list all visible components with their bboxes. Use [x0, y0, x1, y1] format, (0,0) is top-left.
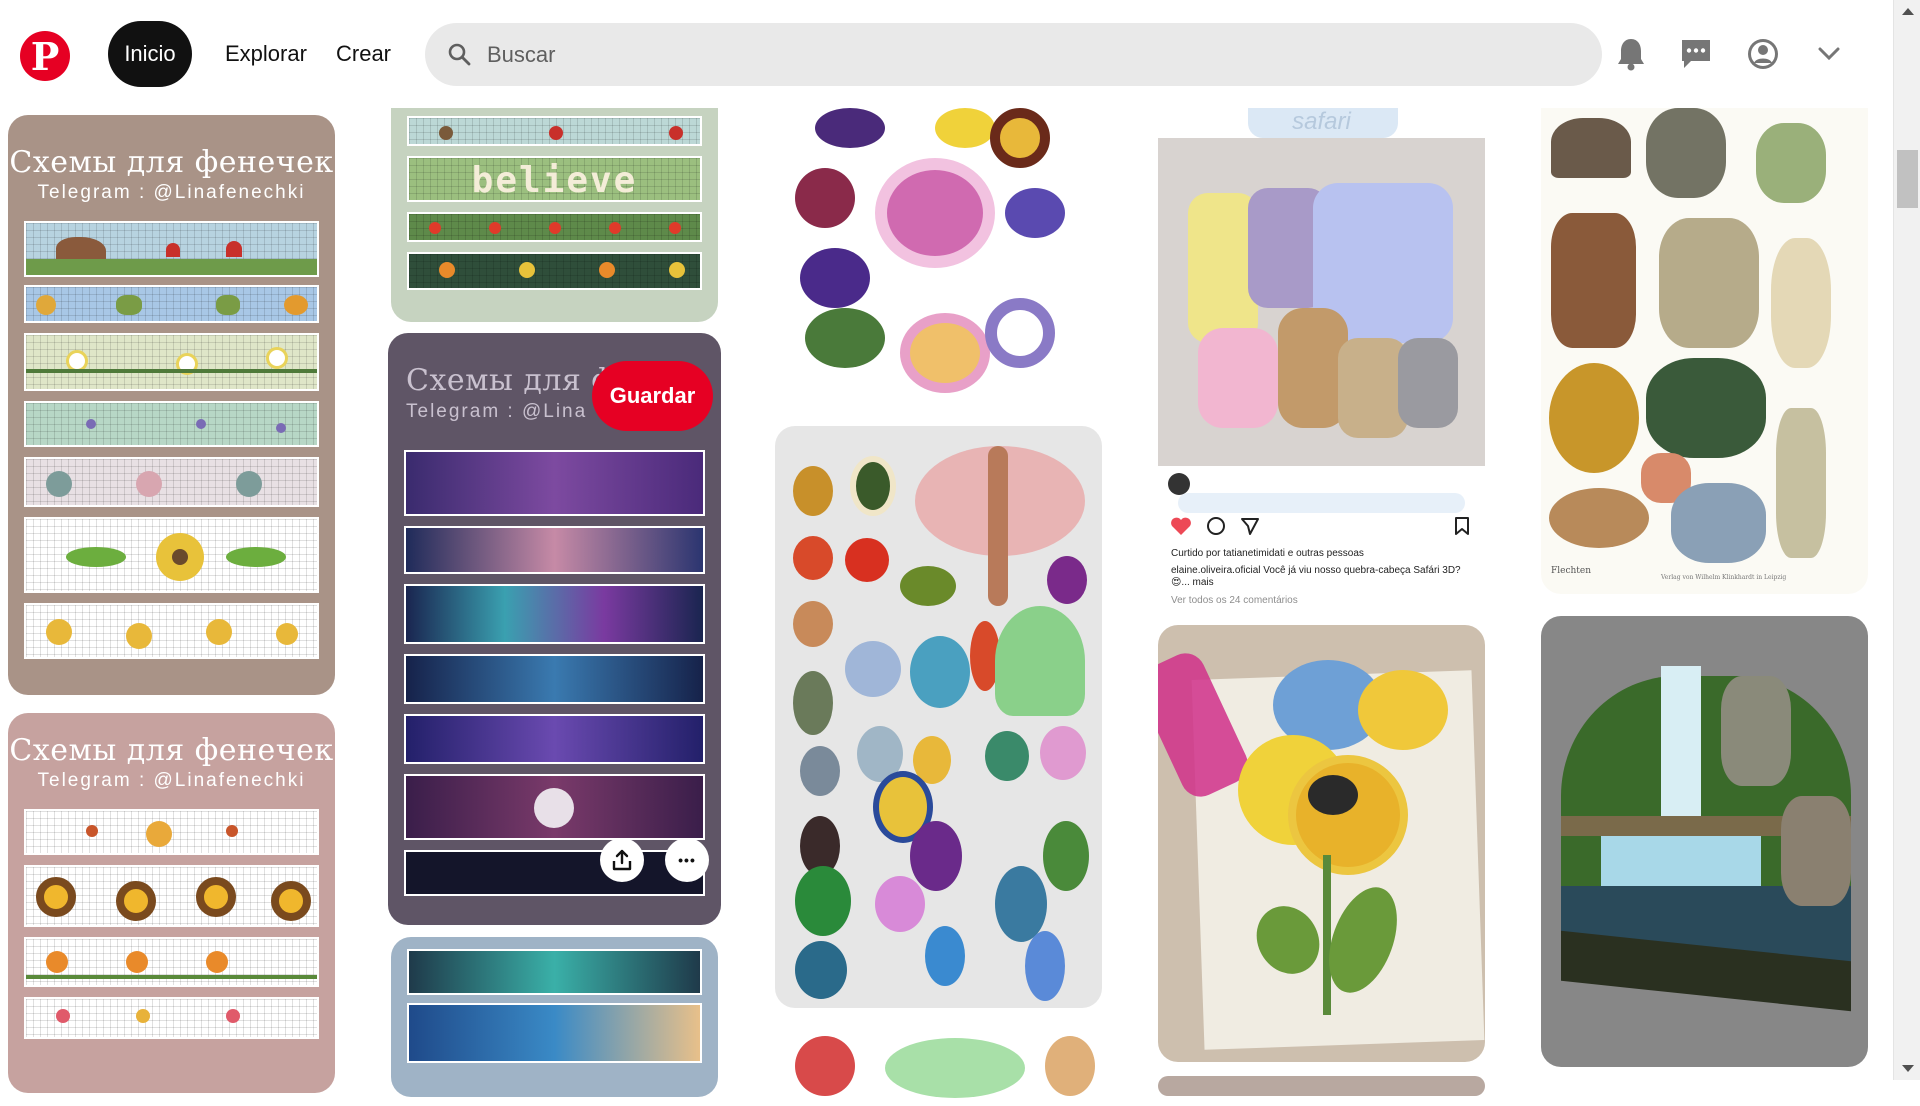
nav-home-button[interactable]: Inicio [108, 21, 192, 87]
pattern-band [407, 212, 702, 242]
pin-wave-pattern[interactable] [391, 937, 718, 1097]
scrollbar-thumb[interactable] [1897, 150, 1918, 208]
pin-believe-pattern[interactable]: believe [391, 108, 718, 322]
instagram-comments-link[interactable]: Ver todos os 24 comentários [1171, 595, 1298, 606]
pin-subtitle: Telegram : @Linafenechki [37, 182, 306, 203]
share-icon [612, 849, 632, 871]
search-bar[interactable] [425, 23, 1602, 86]
logo-letter: P [30, 34, 60, 79]
pin-waterfall-diorama-painting[interactable] [1541, 616, 1868, 1067]
safari-logo-text: safari [1292, 108, 1351, 135]
more-options-button[interactable]: ••• [665, 838, 709, 882]
pattern-band [407, 949, 702, 995]
share-direct-icon[interactable] [1240, 516, 1260, 536]
pattern-band [24, 285, 319, 323]
pattern-band [24, 457, 319, 507]
notifications-icon[interactable] [1611, 34, 1651, 74]
page-scrollbar[interactable] [1893, 0, 1920, 1080]
pattern-band [404, 714, 705, 764]
search-icon [448, 43, 471, 66]
top-navigation-bar: P Inicio Explorar Crear [0, 0, 1893, 108]
pin-pansies-illustration[interactable] [775, 108, 1102, 408]
pin-instagram-safari-puzzle[interactable]: safari [1158, 108, 1485, 604]
pin-title: Схемы для фенечек [9, 145, 334, 180]
chevron-down-icon[interactable] [1809, 34, 1849, 74]
pattern-band [24, 221, 319, 277]
pin-partial[interactable] [1158, 1076, 1485, 1096]
save-button[interactable]: Guardar [592, 361, 713, 431]
pattern-band [24, 937, 319, 987]
pattern-band: believe [407, 156, 702, 202]
pin-lichen-botanical-plate[interactable]: Flechten Verlag von Wilhelm Klinkhardt i… [1541, 108, 1868, 594]
pin-friendship-bracelet-scheme-2[interactable]: Схемы для фенечек Telegram : @Linafenech… [8, 713, 335, 1093]
pattern-band [407, 116, 702, 146]
instagram-liked-by: Curtido por tatianetimidati e outras pes… [1171, 548, 1364, 559]
scroll-down-arrow-icon[interactable] [1902, 1065, 1914, 1072]
bookmark-icon[interactable] [1454, 516, 1470, 536]
instagram-camera-icon [1168, 473, 1190, 495]
messages-icon[interactable] [1676, 34, 1716, 74]
pattern-band [24, 333, 319, 391]
pattern-band [24, 401, 319, 447]
pattern-band [407, 252, 702, 290]
pinterest-logo-icon[interactable]: P [20, 31, 70, 81]
pattern-band [404, 526, 705, 574]
puzzle-photo [1158, 138, 1485, 466]
instagram-caption: elaine.oliveira.oficial Você já viu noss… [1171, 565, 1461, 588]
believe-text: believe [471, 160, 638, 201]
profile-icon[interactable] [1743, 34, 1783, 74]
pin-beaded-pansy-embroidery[interactable] [1158, 625, 1485, 1062]
pin-moths-illustration[interactable] [775, 1026, 1102, 1106]
pin-beetles-collection[interactable] [775, 426, 1102, 1008]
pattern-band [24, 997, 319, 1039]
pattern-band [404, 584, 705, 644]
scroll-up-arrow-icon[interactable] [1902, 8, 1914, 15]
pattern-band [407, 1003, 702, 1063]
share-button[interactable] [600, 838, 644, 882]
pattern-band [24, 603, 319, 659]
pattern-band [24, 517, 319, 593]
search-input[interactable] [487, 23, 1567, 86]
heart-icon[interactable] [1170, 516, 1192, 536]
nav-create-link[interactable]: Crear [336, 21, 391, 87]
pattern-band [404, 654, 705, 704]
pattern-band [404, 450, 705, 516]
pin-subtitle: Telegram : @Linafenechki [37, 770, 306, 791]
pattern-band [24, 809, 319, 855]
more-icon: ••• [678, 852, 696, 868]
pin-title: Схемы для фенечек [9, 733, 334, 768]
plate-label: Flechten [1551, 566, 1592, 576]
pattern-band [404, 774, 705, 840]
nav-explore-link[interactable]: Explorar [225, 21, 307, 87]
plate-publisher: Verlag von Wilhelm Klinkhardt in Leipzig [1661, 574, 1787, 581]
comment-icon[interactable] [1206, 516, 1226, 536]
pattern-band [404, 850, 705, 896]
pin-friendship-bracelet-scheme-1[interactable]: Схемы для фенечек Telegram : @Linafenech… [8, 115, 335, 695]
pattern-band [24, 865, 319, 927]
